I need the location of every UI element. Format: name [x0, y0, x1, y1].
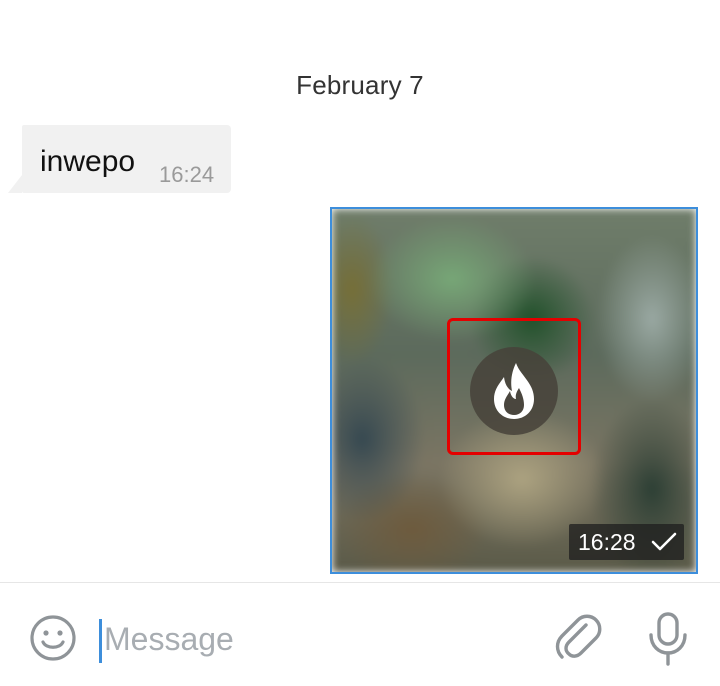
- bubble-tail: [8, 175, 22, 193]
- paperclip-icon: [555, 614, 602, 659]
- message-time: 16:24: [159, 162, 215, 187]
- microphone-icon: [649, 612, 687, 666]
- message-input[interactable]: [104, 613, 524, 665]
- chat-messages-area[interactable]: February 7 inwepo 16:24 16:28: [0, 0, 720, 582]
- message-input-bar: [0, 582, 720, 686]
- text-cursor: [99, 619, 102, 663]
- emoji-button[interactable]: [28, 613, 78, 663]
- attach-button[interactable]: [552, 611, 604, 663]
- fire-icon[interactable]: [470, 347, 558, 435]
- date-header: February 7: [296, 70, 424, 100]
- check-icon: [651, 532, 677, 551]
- message-time: 16:28: [578, 529, 636, 555]
- emoji-smile-icon: [30, 615, 76, 661]
- media-time-badge: 16:28: [569, 524, 684, 560]
- incoming-message-bubble[interactable]: inwepo 16:24: [22, 125, 231, 193]
- message-text: inwepo: [40, 145, 136, 178]
- self-destruct-media-message[interactable]: 16:28: [330, 207, 698, 574]
- voice-record-button[interactable]: [645, 611, 691, 667]
